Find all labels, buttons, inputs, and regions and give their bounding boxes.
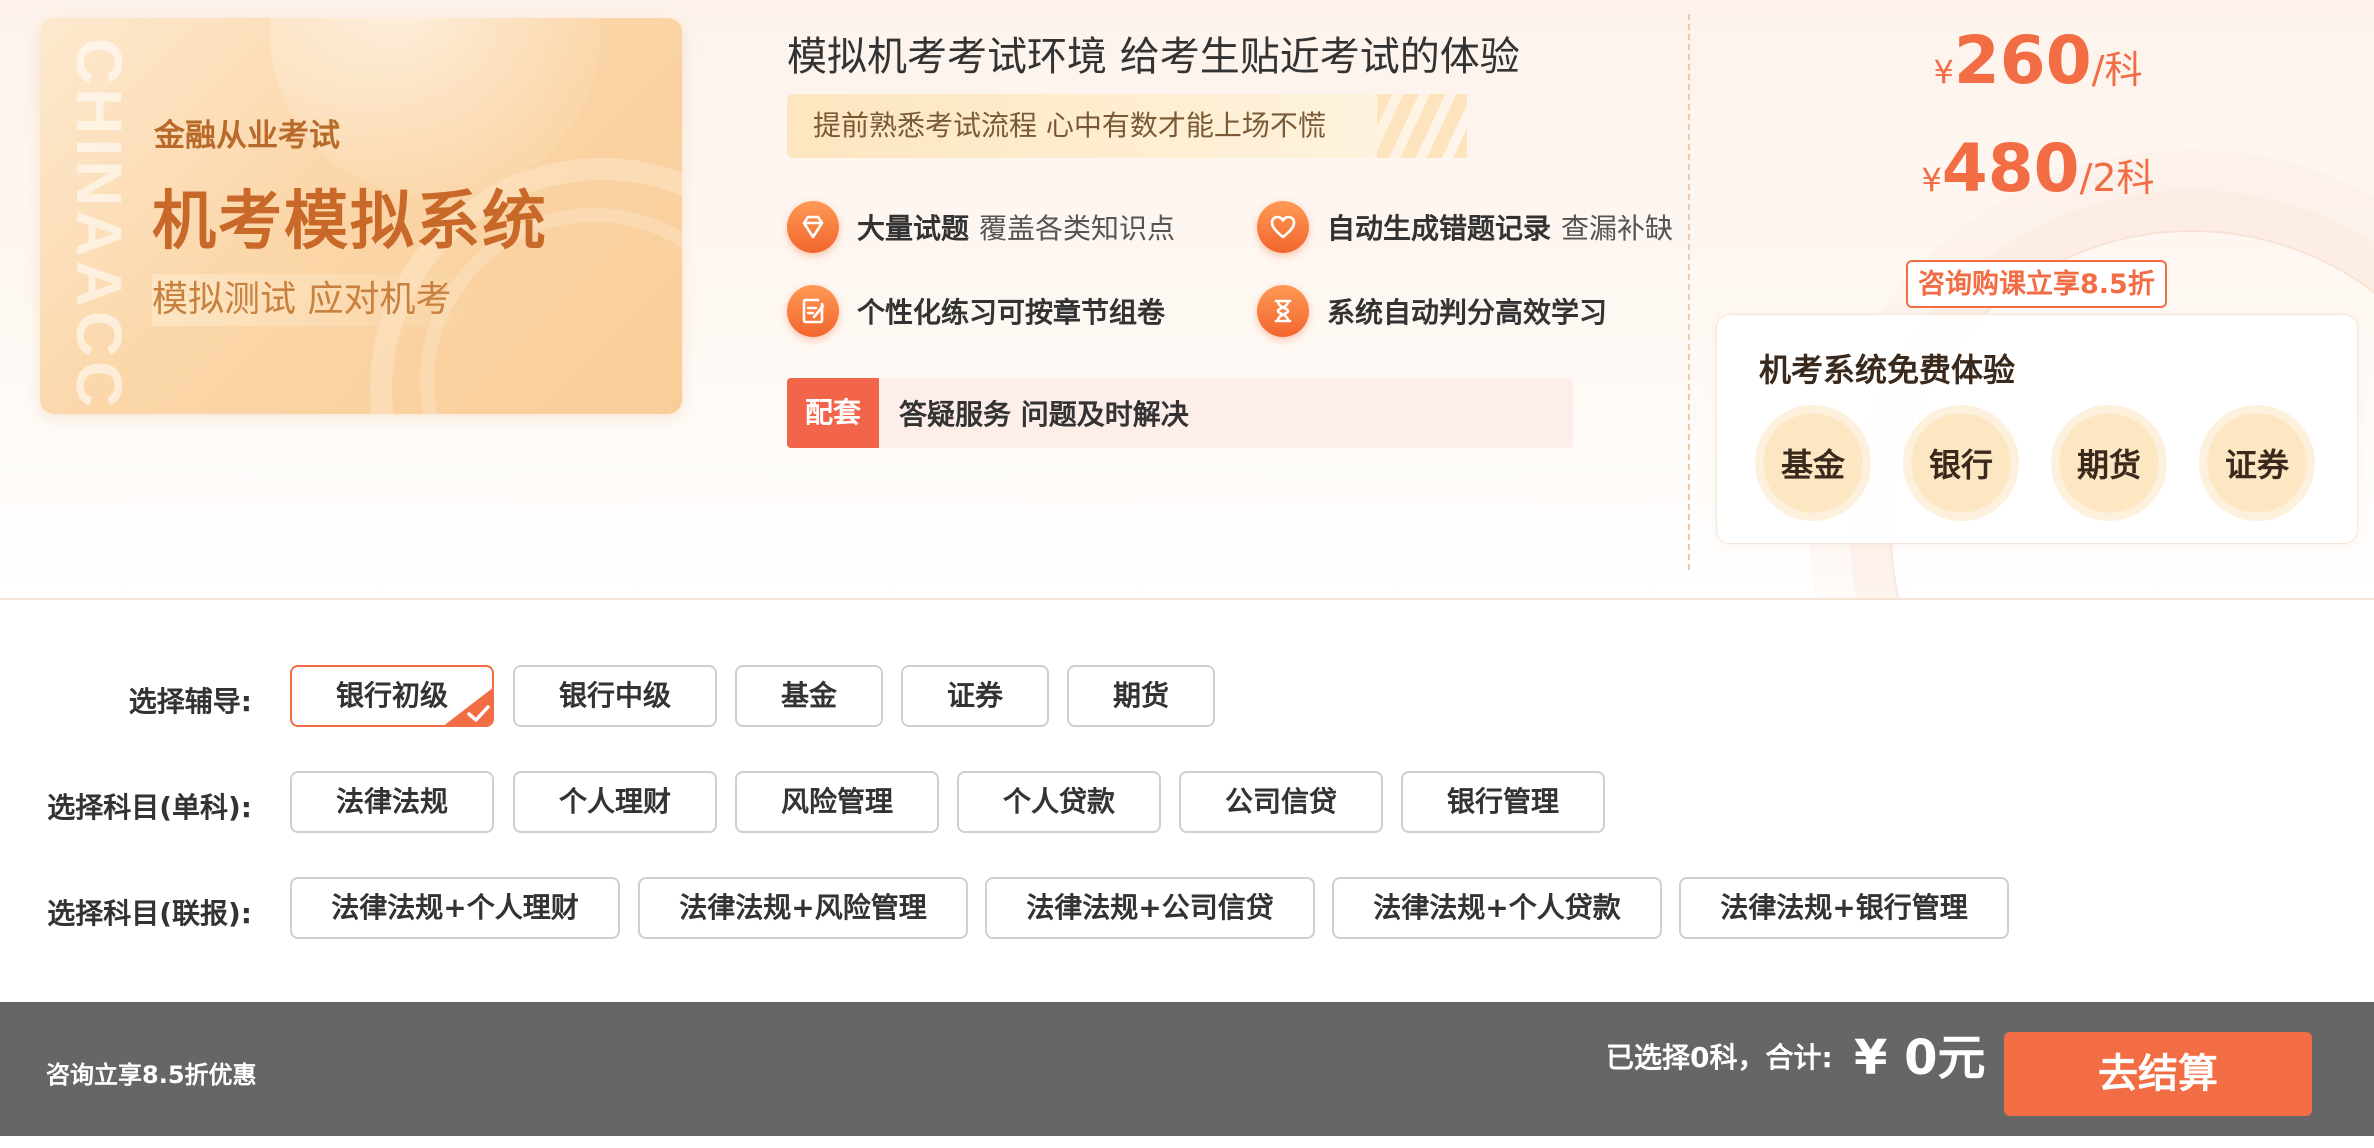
row-label-single-subject: 选择科目(单科): bbox=[47, 791, 252, 824]
option-personal-loan[interactable]: 个人贷款 bbox=[957, 771, 1161, 833]
option-combo-law-personal-finance[interactable]: 法律法规+个人理财 bbox=[290, 877, 620, 939]
feature-desc: 覆盖各类知识点 bbox=[979, 212, 1176, 245]
free-trial-card: 机考系统免费体验 基金 银行 期货 证券 bbox=[1716, 314, 2358, 544]
feature-title: 个性化练习可按章节组卷 bbox=[857, 296, 1166, 329]
feature-item: 大量试题 覆盖各类知识点 bbox=[787, 200, 1175, 254]
stripe-decoration bbox=[1377, 94, 1467, 158]
feature-title: 大量试题 bbox=[857, 212, 970, 245]
currency-symbol: ¥ bbox=[1921, 161, 1942, 199]
total-price: ¥ 0元 bbox=[1854, 1030, 1986, 1086]
document-edit-icon bbox=[787, 285, 839, 337]
checkout-button[interactable]: 去结算 bbox=[2004, 1032, 2312, 1116]
row-label-tutoring: 选择辅导: bbox=[128, 685, 252, 718]
price-single: ¥260/科 bbox=[1838, 22, 2238, 99]
trial-item-bank[interactable]: 银行 bbox=[1903, 405, 2019, 521]
feature-desc: 查漏补缺 bbox=[1561, 212, 1674, 245]
option-bank-intermediate[interactable]: 银行中级 bbox=[513, 665, 717, 727]
support-tag: 配套 bbox=[787, 378, 879, 448]
option-combo-law-credit[interactable]: 法律法规+公司信贷 bbox=[985, 877, 1315, 939]
feature-item: 系统自动判分高效学习 bbox=[1257, 284, 1617, 338]
option-bank-junior[interactable]: 银行初级 bbox=[290, 665, 494, 727]
option-bank-management[interactable]: 银行管理 bbox=[1401, 771, 1605, 833]
trial-item-futures[interactable]: 期货 bbox=[2051, 405, 2167, 521]
promo-link[interactable]: 咨询立享8.5折优惠 bbox=[46, 1002, 257, 1148]
divider bbox=[1688, 14, 1690, 570]
feature-title: 系统自动判分高效学习 bbox=[1327, 296, 1608, 329]
feature-item: 个性化练习可按章节组卷 bbox=[787, 284, 1175, 338]
selection-summary: 已选择0科，合计: bbox=[1606, 1041, 1833, 1074]
feature-title: 自动生成错题记录 bbox=[1327, 212, 1552, 245]
option-combo-law-bank-mgmt[interactable]: 法律法规+银行管理 bbox=[1679, 877, 2009, 939]
option-securities[interactable]: 证券 bbox=[901, 665, 1049, 727]
checkout-bar: 咨询立享8.5折优惠 已选择0科，合计: ¥ 0元 去结算 bbox=[0, 1002, 2374, 1136]
option-risk-management[interactable]: 风险管理 bbox=[735, 771, 939, 833]
option-law[interactable]: 法律法规 bbox=[290, 771, 494, 833]
price-amount: 480 bbox=[1941, 130, 2080, 207]
banner-title: 机考模拟系统 bbox=[152, 185, 548, 259]
hero-section: CHINAACC 金融从业考试 机考模拟系统 模拟测试 应对机考 模拟机考考试环… bbox=[0, 0, 2374, 598]
trial-item-securities[interactable]: 证券 bbox=[2199, 405, 2315, 521]
price-unit: /科 bbox=[2091, 48, 2143, 92]
option-fund[interactable]: 基金 bbox=[735, 665, 883, 727]
selected-check-icon bbox=[444, 688, 492, 725]
option-personal-finance[interactable]: 个人理财 bbox=[513, 771, 717, 833]
option-corporate-credit[interactable]: 公司信贷 bbox=[1179, 771, 1383, 833]
support-bar: 配套 答疑服务 问题及时解决 bbox=[787, 378, 1573, 448]
currency-symbol: ¥ bbox=[1933, 53, 1954, 91]
diamond-icon bbox=[787, 201, 839, 253]
hourglass-icon bbox=[1257, 285, 1309, 337]
section-divider bbox=[0, 598, 2374, 600]
option-combo-law-risk[interactable]: 法律法规+风险管理 bbox=[638, 877, 968, 939]
option-futures[interactable]: 期货 bbox=[1067, 665, 1215, 727]
feature-item: 自动生成错题记录 查漏补缺 bbox=[1257, 200, 1673, 254]
subheadline-bar: 提前熟悉考试流程 心中有数才能上场不慌 bbox=[787, 94, 1487, 158]
price-amount: 260 bbox=[1953, 22, 2092, 99]
page-headline: 模拟机考考试环境 给考生贴近考试的体验 bbox=[787, 34, 1520, 80]
banner-tagline: 模拟测试 应对机考 bbox=[152, 274, 478, 326]
banner-watermark-text: CHINAACC bbox=[63, 38, 135, 412]
option-combo-law-loan[interactable]: 法律法规+个人贷款 bbox=[1332, 877, 1662, 939]
option-label: 银行初级 bbox=[335, 679, 448, 712]
free-trial-title: 机考系统免费体验 bbox=[1759, 351, 2016, 389]
price-bundle: ¥480/2科 bbox=[1838, 130, 2238, 207]
heart-icon bbox=[1257, 201, 1309, 253]
row-label-combo-subject: 选择科目(联报): bbox=[47, 897, 252, 930]
support-text: 答疑服务 问题及时解决 bbox=[899, 398, 1189, 431]
product-banner: CHINAACC 金融从业考试 机考模拟系统 模拟测试 应对机考 bbox=[40, 18, 682, 414]
price-unit: /2科 bbox=[2079, 156, 2155, 200]
banner-subtitle: 金融从业考试 bbox=[154, 118, 340, 154]
subheadline-text: 提前熟悉考试流程 心中有数才能上场不慌 bbox=[813, 109, 1326, 142]
discount-badge[interactable]: 咨询购课立享8.5折 bbox=[1906, 260, 2167, 308]
trial-item-fund[interactable]: 基金 bbox=[1755, 405, 1871, 521]
